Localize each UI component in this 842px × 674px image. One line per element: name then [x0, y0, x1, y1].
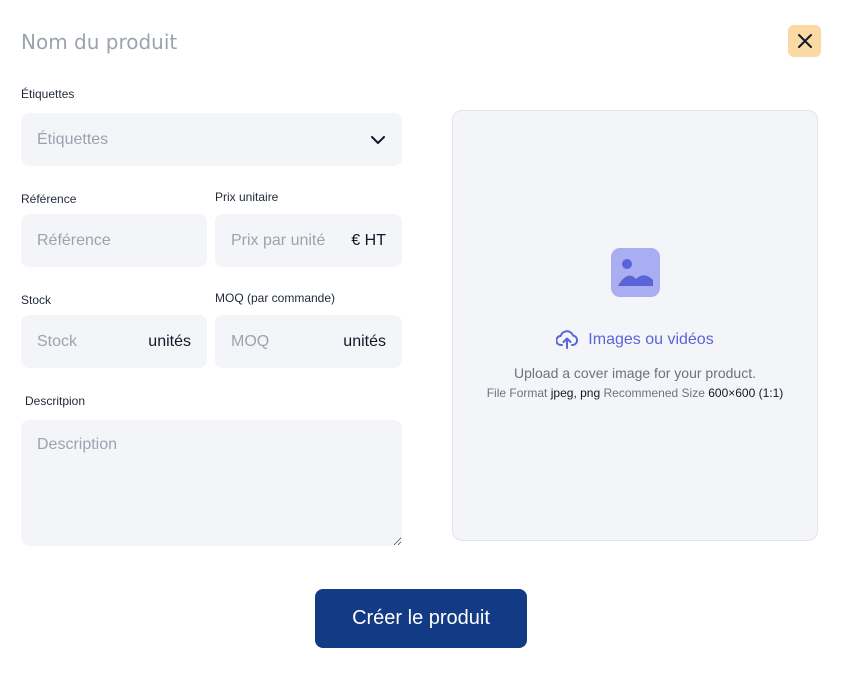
moq-suffix: unités: [343, 332, 386, 350]
upload-hint: Upload a cover image for your product.: [513, 365, 756, 381]
chevron-down-icon: [371, 135, 385, 144]
close-icon: [797, 34, 812, 48]
reference-label: Référence: [21, 192, 77, 206]
create-product-button[interactable]: Créer le produit: [315, 589, 527, 648]
stock-input[interactable]: [37, 332, 143, 351]
stock-field[interactable]: unités: [21, 315, 207, 368]
tags-label: Étiquettes: [21, 87, 75, 101]
stock-label: Stock: [21, 293, 52, 307]
unit-price-label: Prix unitaire: [215, 190, 279, 204]
cloud-upload-icon: [556, 330, 579, 349]
moq-label: MOQ (par commande): [215, 291, 336, 305]
unit-price-input[interactable]: [231, 231, 346, 250]
stock-suffix: unités: [148, 332, 191, 350]
reference-field[interactable]: [21, 214, 207, 267]
upload-format-info: File Format jpeg, png Recommened Size 60…: [453, 386, 817, 400]
file-format-value: jpeg, png: [550, 386, 601, 400]
close-button[interactable]: [788, 25, 821, 57]
recommended-size-label: Recommened Size: [603, 386, 705, 400]
media-upload-dropzone[interactable]: Images ou vidéos Upload a cover image fo…: [452, 110, 818, 541]
reference-input[interactable]: [37, 231, 191, 250]
file-format-label: File Format: [486, 386, 548, 400]
recommended-size-value: 600×600 (1:1): [708, 386, 784, 400]
product-name-input[interactable]: [21, 26, 421, 58]
tags-select-placeholder: Étiquettes: [37, 130, 109, 148]
image-icon: [611, 248, 660, 297]
moq-field[interactable]: unités: [215, 315, 402, 368]
upload-cta-label: Images ou vidéos: [588, 331, 714, 348]
moq-input[interactable]: [231, 332, 338, 351]
description-label: Descritpion: [25, 394, 86, 408]
unit-price-field[interactable]: € HT: [215, 214, 402, 267]
upload-cta[interactable]: Images ou vidéos: [453, 330, 817, 350]
description-textarea[interactable]: [21, 420, 402, 546]
tags-select[interactable]: Étiquettes: [21, 113, 402, 166]
unit-price-suffix: € HT: [351, 231, 386, 249]
